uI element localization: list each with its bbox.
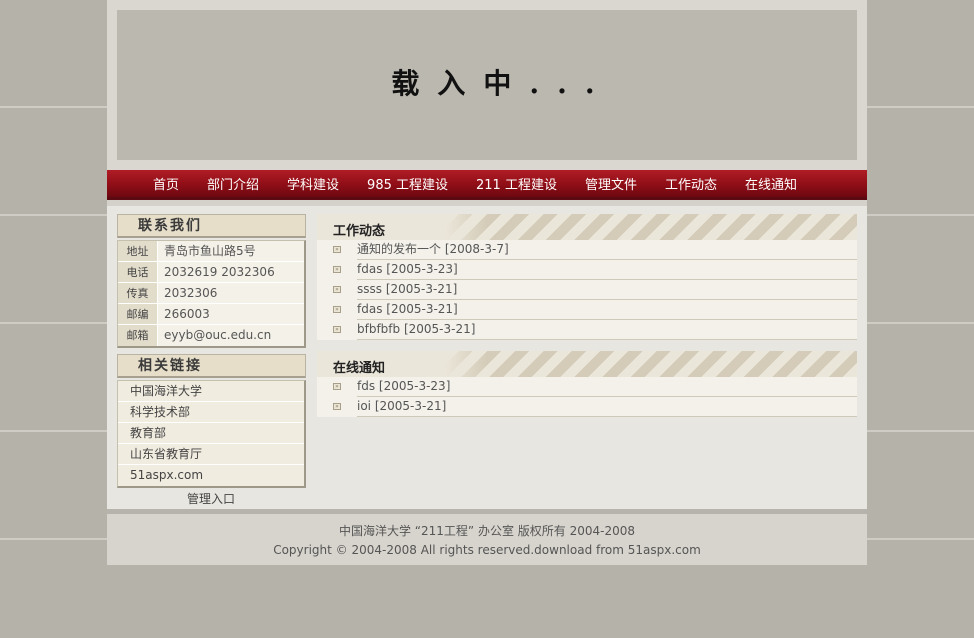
links-list: 中国海洋大学 科学技术部 教育部 山东省教育厅 51aspx.com [117, 380, 306, 488]
online-notice-title: 在线通知 [333, 361, 386, 376]
footer-copyright-en: Copyright © 2004-2008 All rights reserve… [273, 543, 701, 557]
bullet-icon: » [333, 266, 341, 273]
contact-value: 266003 [164, 307, 210, 321]
bullet-icon: » [333, 383, 341, 390]
list-item: » ioi [2005-3-21] [317, 397, 857, 417]
nav-item-985[interactable]: 985 工程建设 [367, 174, 448, 193]
main-nav: 首页 部门介绍 学科建设 985 工程建设 211 工程建设 管理文件 工作动态… [107, 170, 867, 200]
nav-item-211[interactable]: 211 工程建设 [476, 174, 557, 193]
contact-box: 联系我们 地址 青岛市鱼山路5号 电话 2032619 2032306 传真 2… [117, 214, 306, 348]
online-notice-header: 在线通知 [317, 351, 857, 377]
work-news-header: 工作动态 [317, 214, 857, 240]
list-item: » ssss [2005-3-21] [317, 280, 857, 300]
notice-link[interactable]: ioi [2005-3-21] [357, 397, 857, 417]
list-item: » fdas [2005-3-23] [317, 260, 857, 280]
contact-value: 2032306 [164, 286, 218, 300]
nav-item-work-news[interactable]: 工作动态 [665, 174, 717, 193]
list-item: » fds [2005-3-23] [317, 377, 857, 397]
news-link[interactable]: ssss [2005-3-21] [357, 280, 857, 300]
contact-key: 邮编 [118, 304, 158, 324]
link-item[interactable]: 教育部 [118, 423, 304, 444]
link-item[interactable]: 51aspx.com [118, 465, 304, 486]
nav-item-documents[interactable]: 管理文件 [585, 174, 637, 193]
banner-loading-text: 载入中... [391, 67, 613, 100]
contact-row: 邮编 266003 [118, 304, 304, 325]
admin-login-link[interactable]: 管理入口 [187, 490, 235, 507]
contact-value: 青岛市鱼山路5号 [164, 244, 256, 258]
list-item: » 通知的发布一个 [2008-3-7] [317, 240, 857, 260]
contact-value: 2032619 2032306 [164, 265, 275, 279]
notice-link[interactable]: fds [2005-3-23] [357, 377, 857, 397]
contact-row: 传真 2032306 [118, 283, 304, 304]
contact-key: 邮箱 [118, 325, 158, 346]
contact-row: 电话 2032619 2032306 [118, 262, 304, 283]
contact-row: 地址 青岛市鱼山路5号 [118, 241, 304, 262]
link-item[interactable]: 山东省教育厅 [118, 444, 304, 465]
online-notice-panel: 在线通知 » fds [2005-3-23] » ioi [2005-3-21] [317, 351, 857, 417]
links-title: 相关链接 [117, 354, 306, 378]
banner: 载入中... [117, 10, 857, 160]
list-item: » fdas [2005-3-21] [317, 300, 857, 320]
list-item: » bfbfbfb [2005-3-21] [317, 320, 857, 340]
page-container: 载入中... 首页 部门介绍 学科建设 985 工程建设 211 工程建设 管理… [107, 0, 867, 565]
bullet-icon: » [333, 306, 341, 313]
work-news-title: 工作动态 [333, 224, 386, 239]
contact-title: 联系我们 [117, 214, 306, 238]
contact-key: 地址 [118, 241, 158, 261]
contact-list: 地址 青岛市鱼山路5号 电话 2032619 2032306 传真 203230… [117, 240, 306, 348]
links-box: 相关链接 中国海洋大学 科学技术部 教育部 山东省教育厅 51aspx.com [117, 354, 306, 488]
bullet-icon: » [333, 403, 341, 410]
nav-item-department[interactable]: 部门介绍 [207, 174, 259, 193]
contact-key: 电话 [118, 262, 158, 282]
news-link[interactable]: bfbfbfb [2005-3-21] [357, 320, 857, 340]
nav-divider [107, 200, 867, 206]
contact-row: 邮箱 eyyb@ouc.edu.cn [118, 325, 304, 346]
footer-copyright-cn: 中国海洋大学 “211工程” 办公室 版权所有 2004-2008 [338, 524, 635, 538]
news-link[interactable]: fdas [2005-3-23] [357, 260, 857, 280]
nav-item-home[interactable]: 首页 [153, 174, 179, 193]
contact-key: 传真 [118, 283, 158, 303]
news-link[interactable]: fdas [2005-3-21] [357, 300, 857, 320]
bullet-icon: » [333, 246, 341, 253]
link-item[interactable]: 科学技术部 [118, 402, 304, 423]
banner-area: 载入中... [107, 0, 867, 170]
bullet-icon: » [333, 326, 341, 333]
nav-item-discipline[interactable]: 学科建设 [287, 174, 339, 193]
link-item[interactable]: 中国海洋大学 [118, 381, 304, 402]
nav-item-online-notice[interactable]: 在线通知 [745, 174, 797, 193]
work-news-panel: 工作动态 » 通知的发布一个 [2008-3-7] » fdas [2005-3… [317, 214, 857, 340]
bullet-icon: » [333, 286, 341, 293]
contact-email[interactable]: eyyb@ouc.edu.cn [158, 325, 271, 346]
footer: 中国海洋大学 “211工程” 办公室 版权所有 2004-2008 Copyri… [107, 514, 867, 565]
news-link[interactable]: 通知的发布一个 [2008-3-7] [357, 240, 857, 260]
